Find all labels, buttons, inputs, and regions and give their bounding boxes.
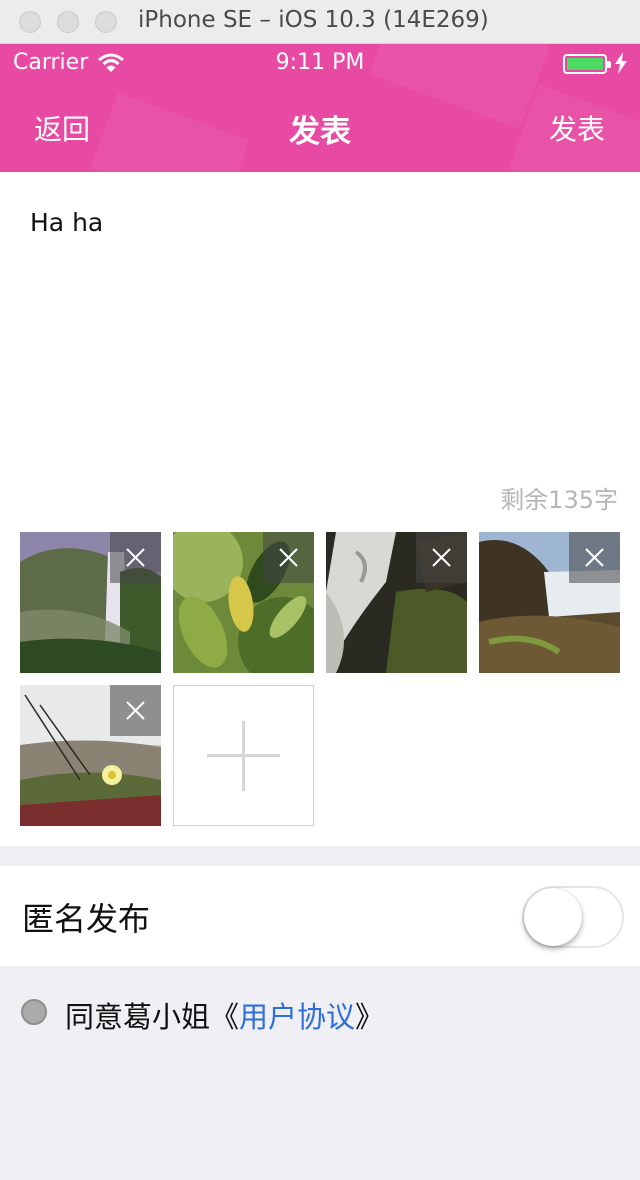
delete-photo-button[interactable] <box>110 685 161 736</box>
close-icon <box>126 548 145 567</box>
close-icon <box>585 548 604 567</box>
battery-nub <box>607 61 611 68</box>
navigation-bar: Carrier 9:11 PM 返回 发表 发表 <box>0 44 640 172</box>
anonymous-toggle[interactable] <box>522 886 624 948</box>
zoom-window-button[interactable] <box>95 11 117 33</box>
delete-photo-button[interactable] <box>416 532 467 583</box>
close-window-button[interactable] <box>19 11 41 33</box>
photo-thumbnail[interactable] <box>20 532 161 673</box>
plus-icon <box>207 721 280 791</box>
close-icon <box>126 701 145 720</box>
delete-photo-button[interactable] <box>110 532 161 583</box>
charging-bolt-icon <box>615 52 627 74</box>
close-icon <box>279 548 298 567</box>
anonymous-row: 匿名发布 <box>0 866 640 966</box>
close-icon <box>432 548 451 567</box>
status-bar: Carrier 9:11 PM <box>0 44 640 86</box>
user-agreement-link[interactable]: 用户协议 <box>239 1000 355 1034</box>
photo-thumbnail[interactable] <box>479 532 620 673</box>
agree-radio-button[interactable] <box>21 999 47 1025</box>
compose-area: Ha ha 剩余135字 <box>0 172 640 846</box>
section-separator <box>0 846 640 866</box>
post-text-input[interactable]: Ha ha <box>30 208 103 237</box>
battery-level <box>567 58 603 70</box>
publish-button[interactable]: 发表 <box>549 108 605 148</box>
delete-photo-button[interactable] <box>263 532 314 583</box>
simulator-title-bar: iPhone SE – iOS 10.3 (14E269) <box>0 0 640 44</box>
navbar-decoration <box>90 92 250 172</box>
battery-icon <box>563 54 611 74</box>
remaining-char-count: 剩余135字 <box>500 486 618 514</box>
delete-photo-button[interactable] <box>569 532 620 583</box>
add-photo-button[interactable] <box>173 685 314 826</box>
status-time: 9:11 PM <box>275 50 365 75</box>
anonymous-label: 匿名发布 <box>22 900 151 938</box>
photo-thumbnail[interactable] <box>173 532 314 673</box>
agreement-prefix: 同意葛小姐《 <box>65 1000 240 1034</box>
photo-thumbnail[interactable] <box>20 685 161 826</box>
window-title: iPhone SE – iOS 10.3 (14E269) <box>138 7 489 33</box>
photo-thumbnail[interactable] <box>326 532 467 673</box>
back-button[interactable]: 返回 <box>34 108 90 148</box>
toggle-knob <box>524 888 582 946</box>
minimize-window-button[interactable] <box>57 11 79 33</box>
agreement-text: 同意葛小姐《用户协议》 <box>65 994 384 1036</box>
agreement-suffix: 》 <box>355 1000 385 1034</box>
agreement-row: 同意葛小姐《用户协议》 <box>0 988 640 1038</box>
